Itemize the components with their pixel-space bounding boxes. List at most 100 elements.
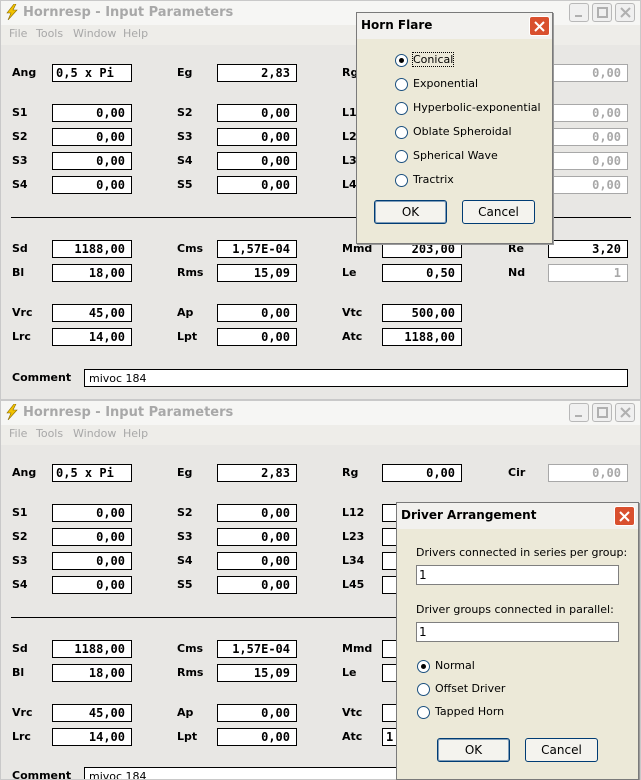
- label-rms: Rms: [177, 266, 204, 279]
- field-l3[interactable]: 0,00: [548, 152, 628, 170]
- menu-help[interactable]: Help: [123, 427, 148, 440]
- label-eg: Eg: [177, 466, 193, 479]
- field-cms[interactable]: 1,57E-04: [217, 640, 297, 658]
- field-s1[interactable]: 0,00: [52, 104, 132, 122]
- dialog-close-button[interactable]: [529, 16, 550, 36]
- field-ang[interactable]: 0,5 x Pi: [52, 464, 132, 482]
- label-s5: S5: [177, 578, 193, 591]
- radio-button[interactable]: [417, 660, 430, 673]
- field-l2[interactable]: 0,00: [548, 128, 628, 146]
- field-cir[interactable]: 0,00: [548, 464, 628, 482]
- field-ap[interactable]: 0,00: [217, 704, 297, 722]
- field-s1[interactable]: 0,00: [52, 504, 132, 522]
- cancel-button[interactable]: Cancel: [525, 738, 598, 762]
- field-vrc[interactable]: 45,00: [52, 304, 132, 322]
- label-rms: Rms: [177, 666, 204, 679]
- field-lrc[interactable]: 14,00: [52, 328, 132, 346]
- close-icon: [620, 407, 631, 418]
- field-s4[interactable]: 0,00: [52, 576, 132, 594]
- field-s3[interactable]: 0,00: [52, 552, 132, 570]
- label-s4-left: S4: [12, 178, 28, 191]
- label-lrc: Lrc: [12, 730, 31, 743]
- close-button[interactable]: [615, 3, 635, 22]
- parallel-input[interactable]: 1: [416, 622, 619, 642]
- field-s2-right[interactable]: 0,00: [217, 104, 297, 122]
- field-s5[interactable]: 0,00: [217, 176, 297, 194]
- field-ang[interactable]: 0,5 x Pi: [52, 64, 132, 82]
- field-lrc[interactable]: 14,00: [52, 728, 132, 746]
- field-atc[interactable]: 1188,00: [382, 328, 462, 346]
- field-s2[interactable]: 0,00: [52, 528, 132, 546]
- radio-button[interactable]: [395, 54, 408, 67]
- series-input[interactable]: 1: [416, 565, 619, 585]
- field-rms[interactable]: 15,09: [217, 264, 297, 282]
- dialog-title-bar[interactable]: Driver Arrangement: [397, 503, 638, 529]
- radio-button[interactable]: [395, 174, 408, 187]
- field-ap[interactable]: 0,00: [217, 304, 297, 322]
- label-ang: Ang: [12, 466, 37, 479]
- field-vrc[interactable]: 45,00: [52, 704, 132, 722]
- menu-help[interactable]: Help: [123, 27, 148, 40]
- field-rg[interactable]: 0,00: [548, 64, 628, 82]
- field-sd[interactable]: 1188,00: [52, 240, 132, 258]
- minimize-button[interactable]: [569, 3, 589, 22]
- field-s5[interactable]: 0,00: [217, 576, 297, 594]
- menu-tools[interactable]: Tools: [36, 27, 63, 40]
- title-bar[interactable]: Hornresp - Input Parameters: [1, 401, 640, 425]
- radio-label: Tapped Horn: [435, 705, 505, 718]
- dialog-title-bar[interactable]: Horn Flare: [357, 13, 552, 39]
- field-lpt[interactable]: 0,00: [217, 328, 297, 346]
- field-eg[interactable]: 2,83: [217, 464, 297, 482]
- label-cir: Cir: [508, 466, 526, 479]
- field-vtc[interactable]: 500,00: [382, 304, 462, 322]
- field-l1[interactable]: 0,00: [548, 104, 628, 122]
- minimize-button[interactable]: [569, 403, 589, 422]
- menu-window[interactable]: Window: [73, 427, 116, 440]
- field-s2[interactable]: 0,00: [52, 128, 132, 146]
- label-s2-left: S2: [12, 530, 28, 543]
- menu-file[interactable]: File: [9, 427, 27, 440]
- field-s4[interactable]: 0,00: [52, 176, 132, 194]
- field-le[interactable]: 0,50: [382, 264, 462, 282]
- field-lpt[interactable]: 0,00: [217, 728, 297, 746]
- field-s2-right[interactable]: 0,00: [217, 504, 297, 522]
- label-bl: Bl: [12, 666, 25, 679]
- comment-field[interactable]: mivoc 184: [84, 369, 628, 387]
- dialog-close-button[interactable]: [614, 506, 635, 526]
- menu-file[interactable]: File: [9, 27, 27, 40]
- maximize-button[interactable]: [592, 403, 612, 422]
- field-bl[interactable]: 18,00: [52, 664, 132, 682]
- radio-button[interactable]: [395, 126, 408, 139]
- field-s4-right[interactable]: 0,00: [217, 152, 297, 170]
- field-eg[interactable]: 2,83: [217, 64, 297, 82]
- field-s4-right[interactable]: 0,00: [217, 552, 297, 570]
- field-rms[interactable]: 15,09: [217, 664, 297, 682]
- maximize-button[interactable]: [592, 3, 612, 22]
- field-bl[interactable]: 18,00: [52, 264, 132, 282]
- field-nd[interactable]: 1: [548, 264, 628, 282]
- ok-button[interactable]: OK: [437, 738, 510, 762]
- label-comment: Comment: [12, 371, 72, 384]
- menu-window[interactable]: Window: [73, 27, 116, 40]
- field-s3[interactable]: 0,00: [52, 152, 132, 170]
- menu-tools[interactable]: Tools: [36, 427, 63, 440]
- close-button[interactable]: [615, 403, 635, 422]
- radio-button[interactable]: [395, 150, 408, 163]
- radio-label: Offset Driver: [435, 682, 506, 695]
- field-s3-right[interactable]: 0,00: [217, 528, 297, 546]
- radio-label: Normal: [435, 659, 475, 672]
- radio-button[interactable]: [417, 683, 430, 696]
- driver-arrangement-dialog: Driver Arrangement Drivers connected in …: [396, 502, 639, 780]
- field-l4[interactable]: 0,00: [548, 176, 628, 194]
- radio-button[interactable]: [395, 78, 408, 91]
- radio-button[interactable]: [417, 706, 430, 719]
- radio-button[interactable]: [395, 102, 408, 115]
- field-s3-right[interactable]: 0,00: [217, 128, 297, 146]
- field-sd[interactable]: 1188,00: [52, 640, 132, 658]
- label-s3: S3: [177, 130, 193, 143]
- cancel-button[interactable]: Cancel: [462, 200, 535, 224]
- field-re[interactable]: 3,20: [548, 240, 628, 258]
- field-rg[interactable]: 0,00: [382, 464, 462, 482]
- field-cms[interactable]: 1,57E-04: [217, 240, 297, 258]
- ok-button[interactable]: OK: [374, 200, 447, 224]
